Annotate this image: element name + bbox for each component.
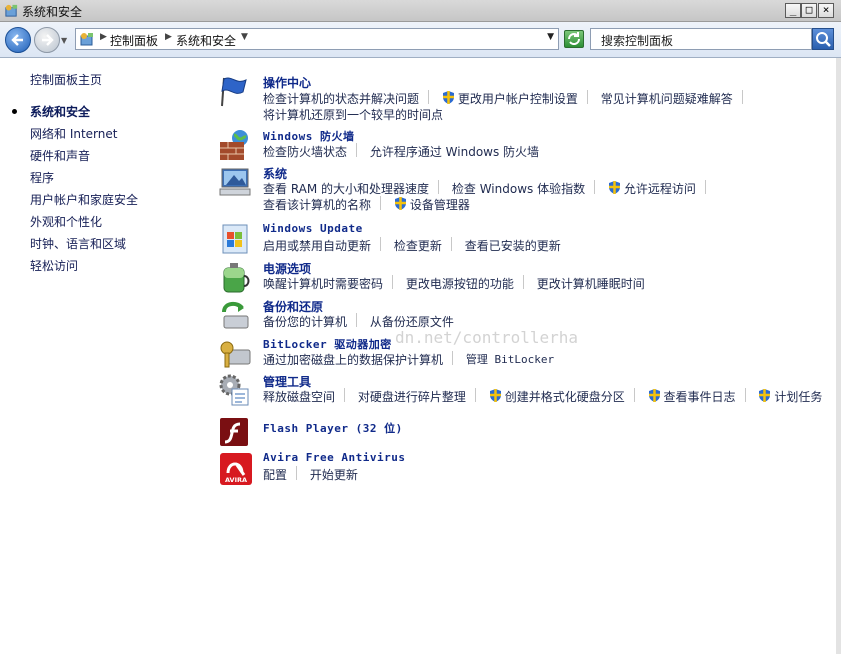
minimize-button[interactable]: _ (785, 3, 801, 18)
avira-icon: AVIRA (220, 453, 252, 485)
breadcrumb-arrow-icon[interactable]: ▼ (241, 32, 248, 42)
link-backup-computer[interactable]: 备份您的计算机 (263, 313, 347, 330)
link-disk-cleanup[interactable]: 释放磁盘空间 (263, 388, 335, 405)
link-experience-index[interactable]: 检查 Windows 体验指数 (452, 180, 585, 197)
category-title[interactable]: Windows 防火墙 (263, 128, 354, 144)
firewall-icon (220, 130, 248, 160)
link-disk-partition[interactable]: 创建并格式化硬盘分区 (505, 388, 625, 405)
sidebar-home-link[interactable]: 控制面板主页 (30, 71, 102, 88)
maximize-button[interactable]: □ (801, 3, 817, 18)
address-dropdown-icon[interactable]: ▼ (547, 32, 554, 42)
sidebar-item-appearance[interactable]: 外观和个性化 (30, 213, 102, 230)
sidebar-item-user-accounts[interactable]: 用户帐户和家庭安全 (30, 191, 138, 208)
link-restore-point[interactable]: 将计算机还原到一个较早的时间点 (263, 106, 443, 123)
search-icon (816, 32, 831, 47)
link-event-log[interactable]: 查看事件日志 (664, 388, 736, 405)
history-dropdown-icon[interactable]: ▼ (61, 36, 70, 45)
forward-arrow-icon (42, 34, 54, 46)
link-allow-program[interactable]: 允许程序通过 Windows 防火墙 (370, 143, 539, 160)
category-title[interactable]: Windows Update (263, 222, 363, 235)
link-sleep-time[interactable]: 更改计算机睡眠时间 (537, 275, 645, 292)
breadcrumb-arrow-icon[interactable]: ▶ (165, 32, 172, 42)
category-title[interactable]: 操作中心 (263, 74, 311, 91)
breadcrumb-control-panel[interactable]: 控制面板 (110, 32, 158, 49)
sidebar-item-hardware[interactable]: 硬件和声音 (30, 147, 90, 164)
uac-shield-icon (648, 389, 660, 402)
flag-icon (221, 77, 247, 107)
system-icon (219, 168, 251, 196)
control-panel-icon (5, 4, 18, 17)
sidebar-item-system-security[interactable]: 系统和安全 (30, 103, 90, 120)
link-firewall-status[interactable]: 检查防火墙状态 (263, 143, 347, 160)
link-computer-name[interactable]: 查看该计算机的名称 (263, 196, 371, 213)
close-button[interactable]: × (818, 3, 834, 18)
forward-button[interactable] (34, 27, 60, 53)
link-view-ram[interactable]: 查看 RAM 的大小和处理器速度 (263, 180, 429, 197)
link-task-scheduler[interactable]: 计划任务 (774, 388, 822, 405)
control-panel-icon (80, 33, 93, 46)
link-remote-access[interactable]: 允许远程访问 (624, 180, 696, 197)
windows-update-icon (222, 224, 248, 254)
link-troubleshoot[interactable]: 常见计算机问题疑难解答 (601, 90, 733, 107)
category-title[interactable]: BitLocker 驱动器加密 (263, 336, 392, 352)
link-check-status[interactable]: 检查计算机的状态并解决问题 (263, 90, 419, 107)
uac-shield-icon (489, 389, 501, 402)
backup-icon (222, 301, 249, 329)
window-edge (836, 58, 841, 654)
sidebar-item-ease-of-access[interactable]: 轻松访问 (30, 257, 78, 274)
sidebar: 控制面板主页 系统和安全 网络和 Internet 硬件和声音 程序 用户帐户和… (0, 58, 210, 654)
search-placeholder: 搜索控制面板 (601, 34, 674, 48)
title-bar: 系统和安全 _ □ × (0, 0, 841, 22)
link-check-updates[interactable]: 检查更新 (394, 237, 442, 254)
link-uac-settings[interactable]: 更改用户帐户控制设置 (458, 90, 578, 107)
back-arrow-icon (11, 34, 23, 46)
link-avira-update[interactable]: 开始更新 (310, 466, 358, 483)
refresh-button[interactable] (564, 30, 584, 48)
uac-shield-icon (394, 197, 406, 210)
navigation-bar: ▼ ▶ 控制面板 ▶ 系统和安全 ▼ ▼ 搜索控制面板 (0, 22, 841, 58)
link-encrypt-disk[interactable]: 通过加密磁盘上的数据保护计算机 (263, 351, 443, 368)
uac-shield-icon (608, 181, 620, 194)
window-title: 系统和安全 (22, 5, 83, 19)
uac-shield-icon (759, 389, 771, 402)
link-manage-bitlocker[interactable]: 管理 BitLocker (466, 351, 554, 367)
sidebar-item-network[interactable]: 网络和 Internet (30, 125, 117, 142)
svg-text:AVIRA: AVIRA (225, 476, 247, 484)
link-avira-config[interactable]: 配置 (263, 466, 287, 483)
sidebar-item-programs[interactable]: 程序 (30, 169, 54, 186)
address-bar[interactable]: ▶ 控制面板 ▶ 系统和安全 ▼ ▼ (75, 28, 559, 50)
sidebar-item-clock-region[interactable]: 时钟、语言和区域 (30, 235, 126, 252)
power-icon (223, 263, 250, 293)
bitlocker-icon (220, 341, 251, 368)
breadcrumb-arrow-icon[interactable]: ▶ (100, 32, 107, 42)
link-power-button[interactable]: 更改电源按钮的功能 (406, 275, 514, 292)
link-defragment[interactable]: 对硬盘进行碎片整理 (358, 388, 466, 405)
back-button[interactable] (5, 27, 31, 53)
watermark: dn.net/controllerha (395, 328, 579, 347)
search-input[interactable]: 搜索控制面板 (590, 28, 812, 50)
uac-shield-icon (442, 91, 454, 104)
link-installed-updates[interactable]: 查看已安装的更新 (465, 237, 561, 254)
current-item-bullet-icon (12, 109, 17, 114)
breadcrumb-system-security[interactable]: 系统和安全 (176, 32, 236, 49)
link-wake-password[interactable]: 唤醒计算机时需要密码 (263, 275, 383, 292)
link-auto-update[interactable]: 启用或禁用自动更新 (263, 237, 371, 254)
flash-icon (220, 418, 248, 446)
category-title[interactable]: Flash Player (32 位) (263, 420, 403, 436)
category-title[interactable]: Avira Free Antivirus (263, 451, 405, 464)
link-device-manager[interactable]: 设备管理器 (410, 196, 470, 213)
admin-tools-icon (219, 374, 249, 406)
refresh-icon (568, 32, 580, 45)
search-button[interactable] (812, 28, 834, 50)
